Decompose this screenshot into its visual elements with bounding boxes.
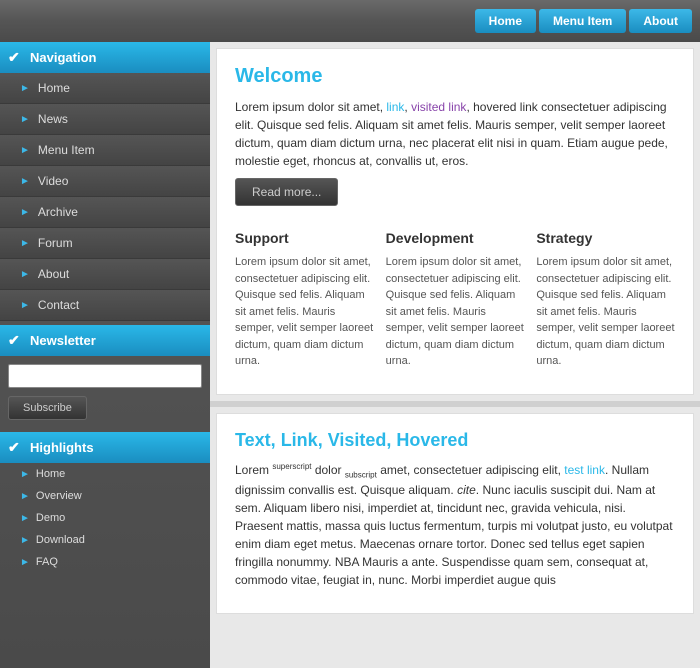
- welcome-link[interactable]: link: [386, 100, 404, 114]
- read-more-button[interactable]: Read more...: [235, 178, 338, 206]
- nav-home-arrow-icon: ►: [20, 83, 30, 94]
- top-nav-bar: Home Menu Item About: [0, 0, 700, 42]
- nav-archive-item[interactable]: ► Archive: [0, 197, 210, 228]
- hl-download-arrow-icon: ►: [20, 535, 30, 546]
- hl-demo-arrow-icon: ►: [20, 513, 30, 524]
- superscript-text: superscript: [272, 462, 311, 471]
- top-about-button[interactable]: About: [629, 9, 692, 33]
- nav-forum-arrow-icon: ►: [20, 238, 30, 249]
- highlights-header: ✔ Highlights: [0, 432, 210, 463]
- highlights-section: ✔ Highlights ► Home ► Overview ► Demo ► …: [0, 432, 210, 573]
- newsletter-check-icon: ✔: [8, 332, 20, 349]
- subscript-text: subscript: [345, 470, 377, 479]
- highlights-demo-item[interactable]: ► Demo: [0, 507, 210, 529]
- newsletter-section: ✔ Newsletter Subscribe: [0, 325, 210, 428]
- highlights-overview-item[interactable]: ► Overview: [0, 485, 210, 507]
- nav-news-arrow-icon: ►: [20, 114, 30, 125]
- nav-menu-arrow-icon: ►: [20, 145, 30, 156]
- nav-home-item[interactable]: ► Home: [0, 73, 210, 104]
- development-column: Development Lorem ipsum dolor sit amet, …: [386, 230, 537, 378]
- hl-overview-arrow-icon: ►: [20, 491, 30, 502]
- text-link-title: Text, Link, Visited, Hovered: [235, 430, 675, 451]
- strategy-column: Strategy Lorem ipsum dolor sit amet, con…: [536, 230, 675, 378]
- support-column: Support Lorem ipsum dolor sit amet, cons…: [235, 230, 386, 378]
- nav-about-arrow-icon: ►: [20, 269, 30, 280]
- test-link[interactable]: test link: [564, 463, 605, 477]
- sidebar: ✔ Navigation ► Home ► News ► Menu Item ►…: [0, 42, 210, 668]
- nav-news-item[interactable]: ► News: [0, 104, 210, 135]
- highlights-download-item[interactable]: ► Download: [0, 529, 210, 551]
- highlights-home-item[interactable]: ► Home: [0, 463, 210, 485]
- content-divider: [210, 401, 700, 407]
- check-icon: ✔: [8, 49, 20, 66]
- subscribe-button[interactable]: Subscribe: [8, 396, 87, 420]
- strategy-title: Strategy: [536, 230, 675, 246]
- development-title: Development: [386, 230, 525, 246]
- nav-contact-item[interactable]: ► Contact: [0, 290, 210, 321]
- nav-archive-arrow-icon: ►: [20, 207, 30, 218]
- navigation-header: ✔ Navigation: [0, 42, 210, 73]
- newsletter-header: ✔ Newsletter: [0, 325, 210, 356]
- italic-cite: cite: [457, 483, 476, 497]
- text-link-block: Text, Link, Visited, Hovered Lorem super…: [216, 413, 694, 614]
- nav-forum-item[interactable]: ► Forum: [0, 228, 210, 259]
- top-home-button[interactable]: Home: [475, 9, 536, 33]
- three-column-section: Support Lorem ipsum dolor sit amet, cons…: [235, 230, 675, 378]
- welcome-title: Welcome: [235, 65, 675, 88]
- development-text: Lorem ipsum dolor sit amet, consectetuer…: [386, 254, 525, 370]
- hl-home-arrow-icon: ►: [20, 469, 30, 480]
- text-link-title-suffix: , Visited, Hovered: [318, 430, 469, 450]
- nav-menu-item[interactable]: ► Menu Item: [0, 135, 210, 166]
- nav-video-item[interactable]: ► Video: [0, 166, 210, 197]
- strategy-text: Lorem ipsum dolor sit amet, consectetuer…: [536, 254, 675, 370]
- text-link-title-link: Link: [281, 430, 318, 450]
- welcome-visited-link[interactable]: visited link: [411, 100, 466, 114]
- newsletter-email-input[interactable]: [8, 364, 202, 388]
- top-menu-item-button[interactable]: Menu Item: [539, 9, 626, 33]
- welcome-block: Welcome Lorem ipsum dolor sit amet, link…: [216, 48, 694, 395]
- highlights-check-icon: ✔: [8, 439, 20, 456]
- support-text: Lorem ipsum dolor sit amet, consectetuer…: [235, 254, 374, 370]
- nav-contact-arrow-icon: ►: [20, 300, 30, 311]
- nav-video-arrow-icon: ►: [20, 176, 30, 187]
- support-title: Support: [235, 230, 374, 246]
- text-link-title-prefix: Text,: [235, 430, 281, 450]
- nav-about-item[interactable]: ► About: [0, 259, 210, 290]
- main-layout: ✔ Navigation ► Home ► News ► Menu Item ►…: [0, 42, 700, 668]
- content-area: Welcome Lorem ipsum dolor sit amet, link…: [210, 42, 700, 668]
- hl-faq-arrow-icon: ►: [20, 557, 30, 568]
- welcome-text: Lorem ipsum dolor sit amet, link, visite…: [235, 98, 675, 170]
- text-link-body: Lorem superscript dolor subscript amet, …: [235, 461, 675, 589]
- highlights-faq-item[interactable]: ► FAQ: [0, 551, 210, 573]
